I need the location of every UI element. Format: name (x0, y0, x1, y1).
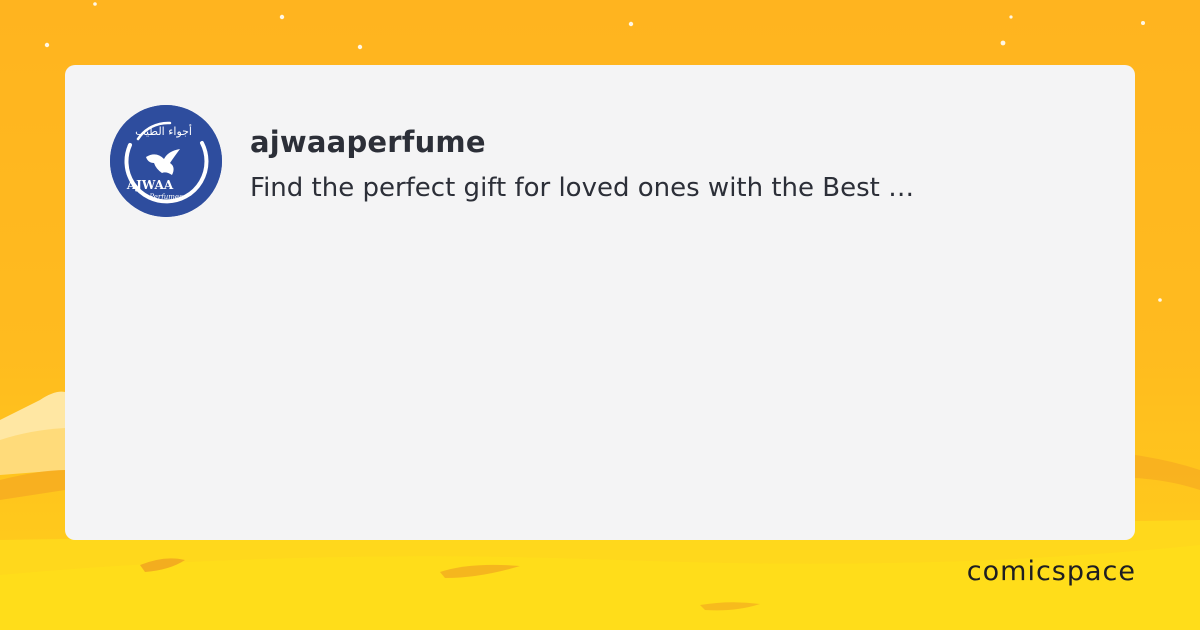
cloud-shape (0, 391, 65, 475)
avatar[interactable]: أجواء الطيب AJWAA Perfumes (110, 105, 222, 217)
comicspace-logo[interactable]: comicspace (967, 556, 1136, 587)
profile-username[interactable]: ajwaaperfume (250, 125, 486, 159)
ajwaa-perfumes-logo-icon: أجواء الطيب AJWAA Perfumes (110, 105, 222, 217)
profile-description: Find the perfect gift for loved ones wit… (250, 173, 915, 203)
avatar-brand-text: AJWAA (126, 178, 174, 192)
avatar-sub-text: Perfumes (148, 193, 183, 201)
profile-card[interactable]: أجواء الطيب AJWAA Perfumes ajwaaperfume … (65, 65, 1135, 540)
avatar-arabic-text: أجواء الطيب (135, 124, 192, 138)
